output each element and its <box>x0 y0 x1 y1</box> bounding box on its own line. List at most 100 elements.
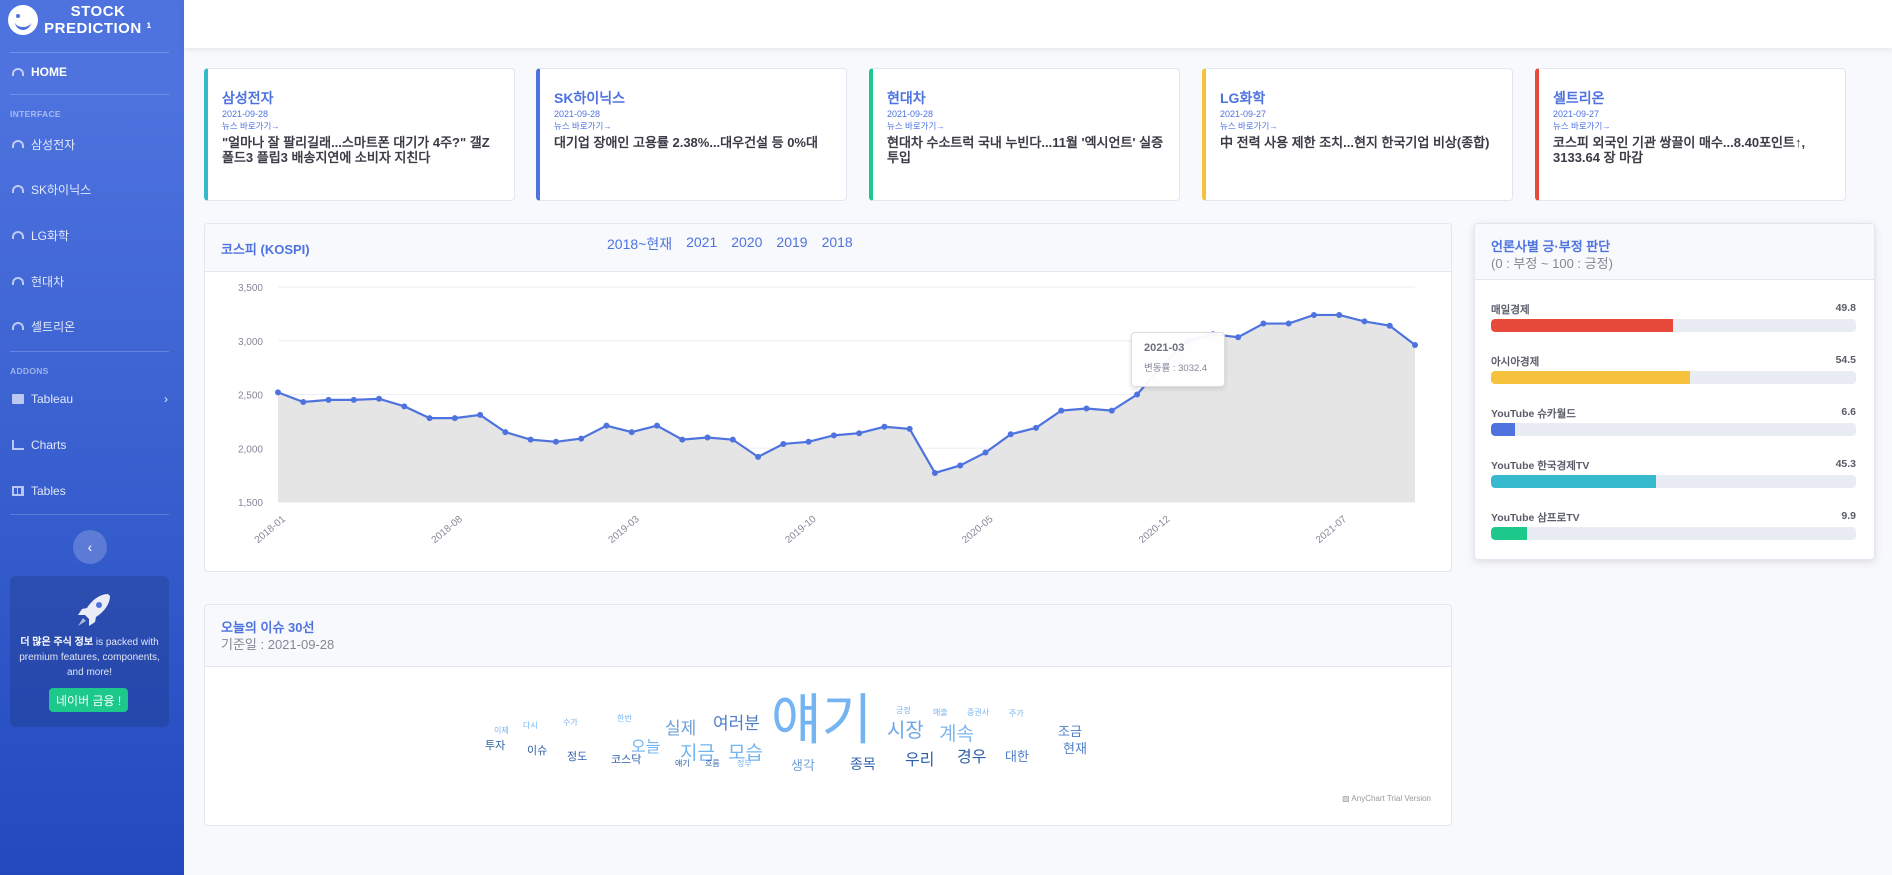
brand-line-2: PREDICTION ¹ <box>44 20 152 37</box>
sentiment-bar-track <box>1491 423 1856 436</box>
tab-2018-present[interactable]: 2018~현재 <box>607 234 672 254</box>
tab-2019[interactable]: 2019 <box>776 234 807 254</box>
sentiment-source: YouTube 슈카월드 <box>1491 408 1576 420</box>
sentiment-value: 45.3 <box>1835 458 1856 470</box>
cloud-word[interactable]: 실제 <box>665 720 696 737</box>
cloud-word[interactable]: 이제 <box>494 727 509 735</box>
cloud-word[interactable]: 흐름 <box>705 760 720 768</box>
news-link[interactable]: 뉴스 바로가기→ <box>887 120 1165 132</box>
cloud-word[interactable]: 코스닥 <box>611 755 641 766</box>
news-link[interactable]: 뉴스 바로가기→ <box>554 120 832 132</box>
sentiment-bar-track <box>1491 319 1856 332</box>
news-link[interactable]: 뉴스 바로가기→ <box>222 120 500 132</box>
tab-2020[interactable]: 2020 <box>731 234 762 254</box>
news-link[interactable]: 뉴스 바로가기→ <box>1220 120 1498 132</box>
cloud-word[interactable]: 얘기 <box>675 760 690 768</box>
x-tick-label: 2018-08 <box>430 514 466 546</box>
brand[interactable]: STOCK PREDICTION ¹ <box>0 0 184 40</box>
data-point <box>1361 318 1368 325</box>
news-headline: 현대차 수소트럭 국내 누빈다...11월 '엑시언트' 실증 투입 <box>887 135 1164 165</box>
sidebar-item-samsung[interactable]: 삼성전자 <box>0 129 184 159</box>
kospi-line-chart[interactable]: 1,500 2,000 2,500 3,000 3,500 2018-01 2018-08 2… <box>205 272 1452 572</box>
tab-2018[interactable]: 2018 <box>822 234 853 254</box>
cloud-word[interactable]: 다시 <box>523 722 538 730</box>
sentiment-row: YouTube 슈카월드 6.6 <box>1491 406 1856 436</box>
cloud-word[interactable]: 계속 <box>939 725 974 744</box>
news-company: LG화학 <box>1220 90 1266 106</box>
tachometer-icon <box>12 140 24 148</box>
sidebar-item-tableau[interactable]: Tableau › <box>0 384 184 414</box>
cloud-word[interactable]: 시장 <box>887 721 924 741</box>
cloud-word[interactable]: 수가 <box>563 719 578 727</box>
news-card-celltrion[interactable]: 셀트리온 2021-09-27 뉴스 바로가기→ 코스피 외국인 기관 쌍끌이 … <box>1535 68 1846 201</box>
cloud-word[interactable]: 정도 <box>567 752 587 763</box>
news-headline: 中 전력 사용 제한 조치...현지 한국기업 비상(종합) <box>1220 135 1490 150</box>
data-point <box>830 432 837 439</box>
issue-panel: 오늘의 이슈 30선 기준일 : 2021-09-28 얘기 시장 계속 여러분… <box>204 604 1452 826</box>
sentiment-bar-track <box>1491 371 1856 384</box>
sidebar-item-label: 셀트리온 <box>31 319 76 334</box>
cloud-word[interactable]: 경우 <box>957 750 986 766</box>
brand-line-1: STOCK <box>70 3 126 20</box>
cloud-word[interactable]: 이슈 <box>527 746 547 757</box>
chevron-right-icon: › <box>164 392 168 406</box>
cloud-word[interactable]: 매출 <box>933 709 948 717</box>
sidebar-item-home[interactable]: HOME <box>0 57 184 87</box>
cloud-word[interactable]: 투자 <box>485 741 505 752</box>
news-card-skhynix[interactable]: SK하이닉스 2021-09-28 뉴스 바로가기→ 대기업 장애인 고용률 2… <box>536 68 847 201</box>
cloud-word[interactable]: 여러분 <box>713 715 760 732</box>
sidebar-item-label: HOME <box>31 65 67 79</box>
data-point <box>325 396 332 403</box>
sentiment-row: YouTube 삼프로TV 9.9 <box>1491 510 1856 540</box>
sidebar-item-celltrion[interactable]: 셀트리온 <box>0 311 184 341</box>
cloud-word[interactable]: 우리 <box>905 753 934 769</box>
cloud-word[interactable]: 현재 <box>1063 742 1087 755</box>
cloud-word[interactable]: 긍정 <box>896 707 911 715</box>
tab-2021[interactable]: 2021 <box>686 234 717 254</box>
news-card-hyundai[interactable]: 현대차 2021-09-28 뉴스 바로가기→ 현대차 수소트럭 국내 누빈다.… <box>869 68 1180 201</box>
issue-date: 기준일 : 2021-09-28 <box>221 637 335 652</box>
word-cloud: 얘기 시장 계속 여러분 실제 지금 모습 오늘 우리 경우 생각 종목 조금 … <box>205 667 1451 825</box>
cloud-word[interactable]: 한번 <box>617 715 632 723</box>
news-date: 2021-09-28 <box>222 109 269 119</box>
cloud-word[interactable]: 정부 <box>737 760 752 768</box>
news-headline: 코스피 외국인 기관 쌍끌이 매수...8.40포인트↑, 3133.64 장 … <box>1553 135 1806 165</box>
cloud-word[interactable]: 생각 <box>791 759 815 772</box>
x-tick-label: 2020-05 <box>960 514 996 546</box>
news-card-samsung[interactable]: 삼성전자 2021-09-28 뉴스 바로가기→ "얼마나 잘 팔리길래...스… <box>204 68 515 201</box>
sidebar-item-tables[interactable]: Tables <box>0 476 184 506</box>
sidebar-promo-card: 더 많은 주식 정보 is packed with premium featur… <box>10 576 169 727</box>
sidebar-heading-interface: INTERFACE <box>10 109 61 119</box>
sidebar-divider <box>10 52 169 53</box>
sidebar-item-charts[interactable]: Charts <box>0 430 184 460</box>
cloud-word[interactable]: 종목 <box>850 757 876 771</box>
data-point <box>704 434 711 441</box>
cloud-word[interactable]: 주가 <box>1009 710 1024 718</box>
sidebar-toggle-button[interactable]: ‹ <box>73 530 107 564</box>
sidebar-item-label: SK하이닉스 <box>31 182 92 197</box>
news-link[interactable]: 뉴스 바로가기→ <box>1553 120 1831 132</box>
cloud-word[interactable]: 대한 <box>1005 750 1029 763</box>
tachometer-icon <box>12 231 24 239</box>
sentiment-bar-fill <box>1491 423 1516 436</box>
sentiment-bar-fill <box>1491 319 1673 332</box>
sidebar-item-skhynix[interactable]: SK하이닉스 <box>0 174 184 204</box>
sentiment-row: YouTube 한국경제TV 45.3 <box>1491 458 1856 488</box>
cloud-word[interactable]: 증권사 <box>967 709 989 717</box>
sidebar-item-label: Charts <box>31 438 67 452</box>
y-tick-label: 2,000 <box>238 444 263 455</box>
news-headline: "얼마나 잘 팔리길래...스마트폰 대기가 4주?" 갤Z폴드3 플립3 배송… <box>222 135 490 165</box>
anychart-credit[interactable]: ▧ AnyChart Trial Version <box>1342 794 1431 803</box>
news-card-lgchem[interactable]: LG화학 2021-09-27 뉴스 바로가기→ 中 전력 사용 제한 조치..… <box>1202 68 1513 201</box>
naver-finance-button[interactable]: 네이버 금융 ! <box>49 688 129 712</box>
data-point <box>1033 424 1039 431</box>
cloud-word[interactable]: 조금 <box>1058 725 1082 738</box>
data-point <box>1108 407 1115 414</box>
sidebar-item-lgchem[interactable]: LG화학 <box>0 220 184 250</box>
chart-area-icon <box>12 440 24 450</box>
data-point <box>1007 431 1014 438</box>
cloud-word[interactable]: 얘기 <box>771 693 872 748</box>
sidebar-item-hyundai[interactable]: 현대차 <box>0 266 184 296</box>
data-point <box>527 436 534 443</box>
data-point <box>1336 311 1343 318</box>
